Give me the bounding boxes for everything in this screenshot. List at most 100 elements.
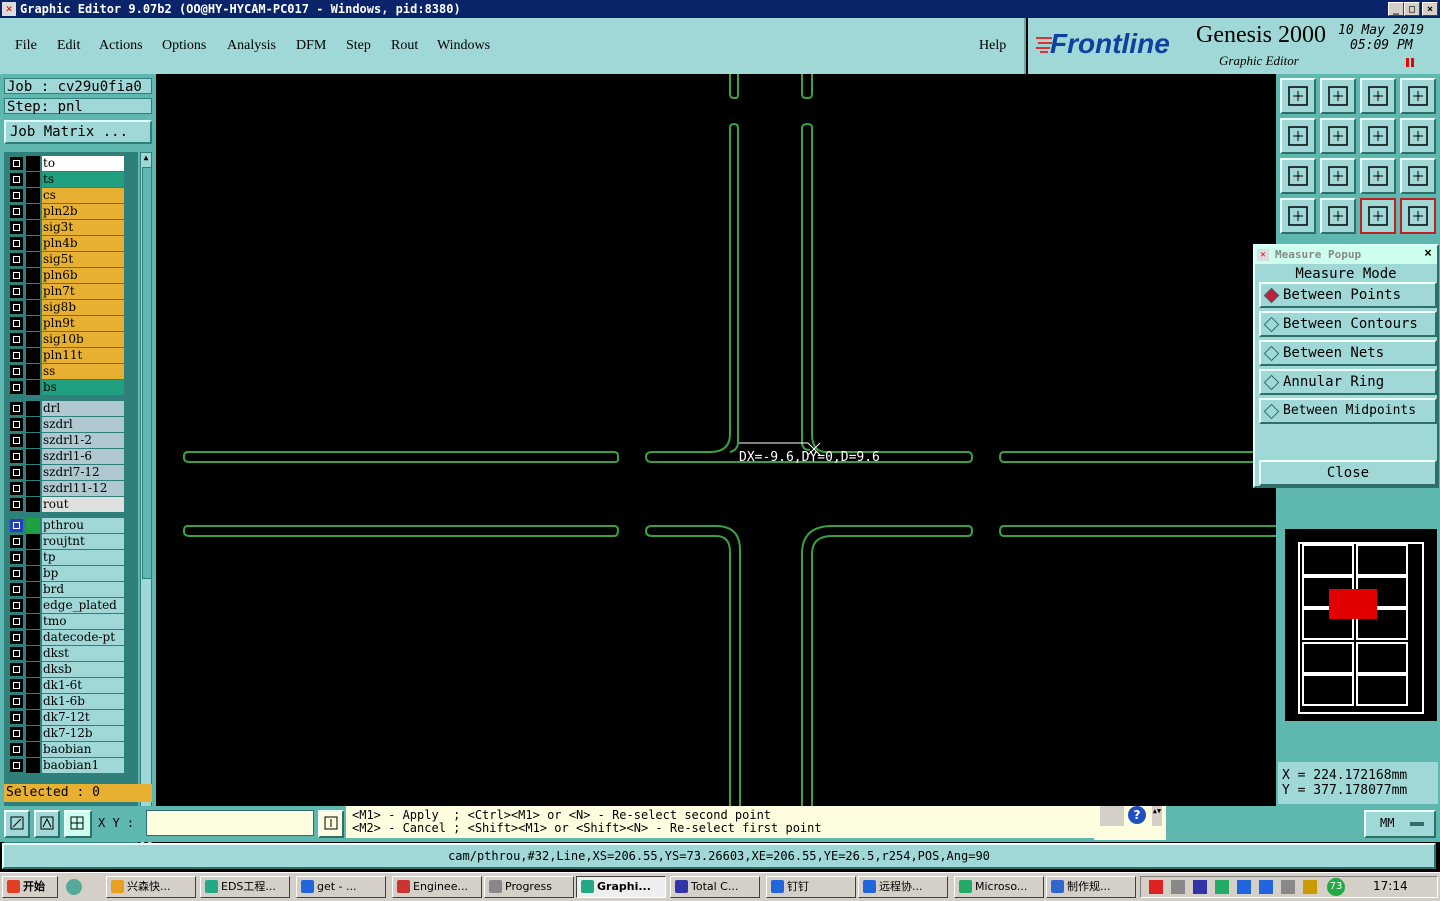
- volume-icon[interactable]: [1171, 880, 1185, 894]
- layer-row-dksb[interactable]: dksb: [6, 662, 126, 677]
- layer-name[interactable]: dkst: [42, 646, 124, 661]
- layer-name[interactable]: pln2b: [42, 204, 124, 219]
- clock[interactable]: 17:14: [1373, 879, 1408, 893]
- layer-checkbox[interactable]: [10, 157, 23, 170]
- layer-affected-box[interactable]: [26, 678, 40, 693]
- menu-analysis[interactable]: Analysis: [227, 38, 276, 54]
- layer-checkbox[interactable]: [10, 221, 23, 234]
- next-step-icon[interactable]: [1320, 118, 1356, 154]
- menu-help[interactable]: Help: [979, 38, 1006, 54]
- layer-affected-box[interactable]: [26, 316, 40, 331]
- layer-name[interactable]: sig3t: [42, 220, 124, 235]
- layer-checkbox[interactable]: [10, 365, 23, 378]
- taskbar-item[interactable]: Graphi...: [576, 876, 666, 898]
- settings-icon[interactable]: [1280, 198, 1316, 234]
- job-matrix-button[interactable]: Job Matrix ...: [4, 120, 152, 144]
- taskbar-item[interactable]: Enginee...: [392, 876, 482, 898]
- layer-affected-box[interactable]: [26, 284, 40, 299]
- layer-checkbox[interactable]: [10, 450, 23, 463]
- taskbar-item[interactable]: EDS工程...: [200, 876, 290, 898]
- layer-name[interactable]: sig8b: [42, 300, 124, 315]
- layer-row-szdrl1-6[interactable]: szdrl1-6: [6, 449, 126, 464]
- layer-name[interactable]: dk1-6t: [42, 678, 124, 693]
- layer-row-ss[interactable]: ss: [6, 364, 126, 379]
- layer-affected-box[interactable]: [26, 401, 40, 416]
- layer-name[interactable]: dk7-12b: [42, 726, 124, 741]
- layer-row-rout[interactable]: rout: [6, 497, 126, 512]
- layer-affected-box[interactable]: [26, 694, 40, 709]
- layer-checkbox[interactable]: [10, 434, 23, 447]
- layer-affected-box[interactable]: [26, 465, 40, 480]
- layer-affected-box[interactable]: [26, 252, 40, 267]
- layer-name[interactable]: baobian1: [42, 758, 124, 773]
- layer-affected-box[interactable]: [26, 172, 40, 187]
- layer-row-baobian1[interactable]: baobian1: [6, 758, 126, 773]
- layer-row-roujtnt[interactable]: roujtnt: [6, 534, 126, 549]
- close-window-button[interactable]: ×: [1422, 2, 1438, 16]
- layer-affected-box[interactable]: [26, 449, 40, 464]
- layer-affected-box[interactable]: [26, 332, 40, 347]
- menu-dfm[interactable]: DFM: [296, 38, 326, 54]
- net-layers-icon[interactable]: [1400, 198, 1436, 234]
- scroll-up-icon[interactable]: ▲: [141, 153, 151, 163]
- layer-row-pthrou[interactable]: pthrou: [6, 518, 126, 533]
- layer-affected-box[interactable]: [26, 534, 40, 549]
- app-icon[interactable]: ✕: [2, 2, 16, 16]
- fit-screen-icon[interactable]: [1280, 158, 1316, 194]
- layer-checkbox[interactable]: [10, 759, 23, 772]
- layer-affected-box[interactable]: [26, 188, 40, 203]
- layer-affected-box[interactable]: [26, 497, 40, 512]
- layer-name[interactable]: roujtnt: [42, 534, 124, 549]
- layer-checkbox[interactable]: [10, 535, 23, 548]
- tray-icon[interactable]: [1281, 880, 1295, 894]
- layer-name[interactable]: dk7-12t: [42, 710, 124, 725]
- layer-affected-box[interactable]: [26, 220, 40, 235]
- layer-row-sig5t[interactable]: sig5t: [6, 252, 126, 267]
- units-select[interactable]: MM: [1364, 810, 1436, 838]
- layer-name[interactable]: szdrl11-12: [42, 481, 124, 496]
- layer-checkbox[interactable]: [10, 599, 23, 612]
- mode-annular-ring[interactable]: Annular Ring: [1259, 369, 1437, 395]
- layer-checkbox[interactable]: [10, 519, 23, 532]
- layer-row-dk1-6b[interactable]: dk1-6b: [6, 694, 126, 709]
- menu-options[interactable]: Options: [162, 38, 206, 54]
- layer-affected-box[interactable]: [26, 566, 40, 581]
- layer-name[interactable]: pthrou: [42, 518, 124, 533]
- zoom-window-icon[interactable]: [4, 810, 30, 838]
- layer-affected-box[interactable]: [26, 598, 40, 613]
- layer-checkbox[interactable]: [10, 333, 23, 346]
- taskbar-item[interactable]: get - ...: [296, 876, 386, 898]
- layer-affected-box[interactable]: [26, 380, 40, 395]
- layer-name[interactable]: sig5t: [42, 252, 124, 267]
- layer-checkbox[interactable]: [10, 679, 23, 692]
- layer-row-cs[interactable]: cs: [6, 188, 126, 203]
- layer-row-szdrl11-12[interactable]: szdrl11-12: [6, 481, 126, 496]
- layer-checkbox[interactable]: [10, 647, 23, 660]
- layer-row-szdrl1-2[interactable]: szdrl1-2: [6, 433, 126, 448]
- layer-affected-box[interactable]: [26, 481, 40, 496]
- snap-point-icon[interactable]: [1320, 198, 1356, 234]
- layer-name[interactable]: szdrl1-6: [42, 449, 124, 464]
- layer-affected-box[interactable]: [26, 662, 40, 677]
- layer-row-pln6b[interactable]: pln6b: [6, 268, 126, 283]
- scale-1to2-icon[interactable]: [1360, 158, 1396, 194]
- layer-name[interactable]: dksb: [42, 662, 124, 677]
- layer-checkbox[interactable]: [10, 269, 23, 282]
- tray-icon[interactable]: [1303, 880, 1317, 894]
- layer-row-sig8b[interactable]: sig8b: [6, 300, 126, 315]
- layer-name[interactable]: tmo: [42, 614, 124, 629]
- layer-checkbox[interactable]: [10, 743, 23, 756]
- taskbar-item[interactable]: 远程协...: [858, 876, 948, 898]
- layer-list-scrollbar[interactable]: ▲ ▼: [140, 152, 152, 852]
- printer-icon[interactable]: [1100, 806, 1124, 826]
- taskbar-item[interactable]: Progress: [484, 876, 574, 898]
- start-button[interactable]: 开始: [2, 876, 58, 898]
- layer-checkbox[interactable]: [10, 205, 23, 218]
- layer-name[interactable]: szdrl: [42, 417, 124, 432]
- layer-affected-box[interactable]: [26, 300, 40, 315]
- layer-affected-box[interactable]: [26, 550, 40, 565]
- taskbar-item[interactable]: 兴森快...: [106, 876, 196, 898]
- previous-step-icon[interactable]: [1280, 118, 1316, 154]
- layer-row-sig10b[interactable]: sig10b: [6, 332, 126, 347]
- layer-checkbox[interactable]: [10, 631, 23, 644]
